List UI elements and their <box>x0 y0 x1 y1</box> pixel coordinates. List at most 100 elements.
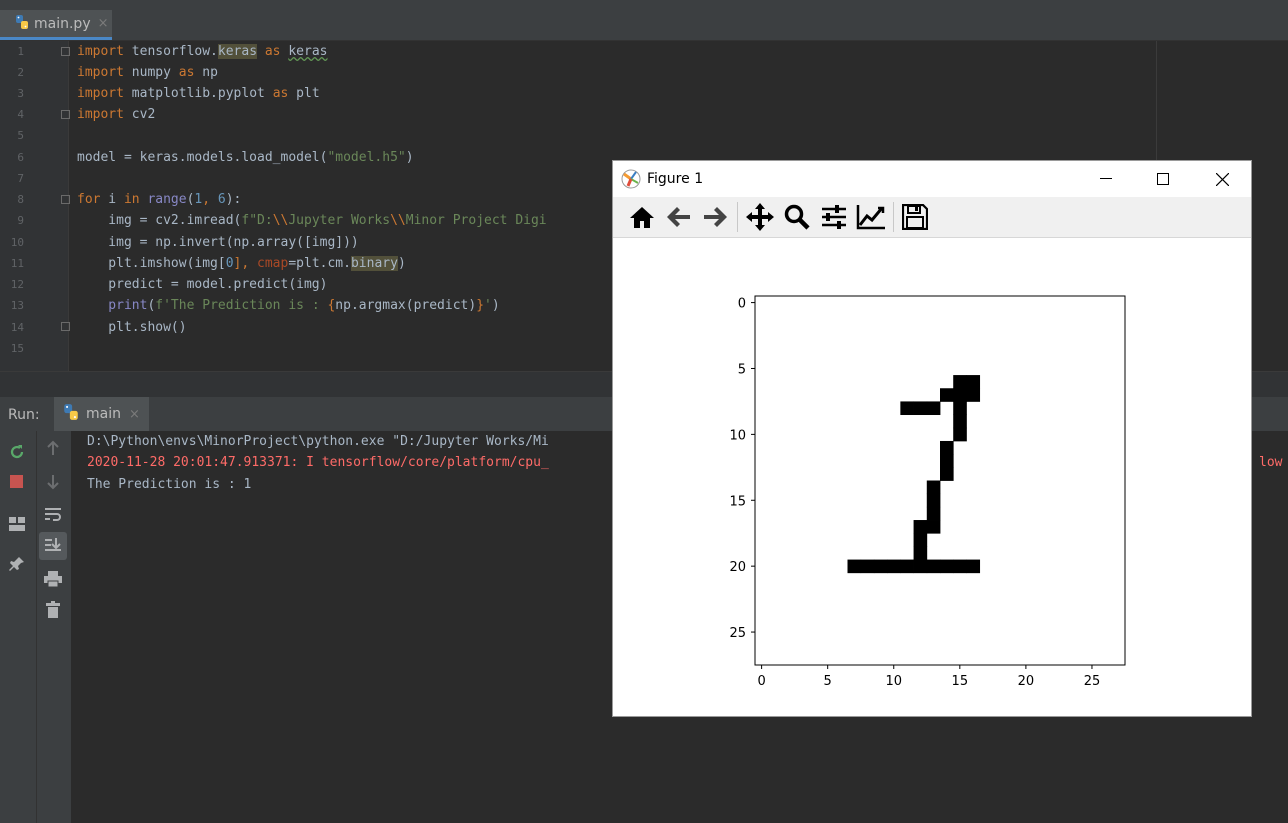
code-line-10: img = np.invert(np.array([img])) <box>77 235 359 250</box>
python-file-icon <box>14 14 30 34</box>
x-tick-label: 25 <box>1084 674 1101 689</box>
zoom-icon[interactable] <box>781 202 813 232</box>
pixel-cell <box>940 454 954 468</box>
x-tick-label: 10 <box>885 674 902 689</box>
fold-marker-icon[interactable] <box>61 110 70 119</box>
code-line-6: model = keras.models.load_model("model.h… <box>77 150 414 165</box>
pixel-cell <box>953 375 967 389</box>
pixel-cell <box>847 559 862 574</box>
toolbar-separator <box>893 202 894 232</box>
print-icon[interactable] <box>42 568 64 590</box>
run-toolbar-secondary <box>37 431 72 823</box>
layout-icon[interactable] <box>6 513 28 535</box>
scroll-to-end-icon[interactable] <box>39 532 67 560</box>
pixel-cell <box>913 520 928 534</box>
x-tick-label: 5 <box>824 674 832 689</box>
close-window-icon[interactable] <box>1199 165 1245 193</box>
line-number: 10 <box>10 236 24 249</box>
forward-arrow-icon[interactable] <box>699 202 731 232</box>
code-line-13: print(f'The Prediction is : {np.argmax(p… <box>77 298 500 313</box>
pixel-cells <box>847 375 981 574</box>
code-line-14: plt.show() <box>77 320 187 335</box>
pixel-cell <box>926 480 941 495</box>
pixel-cell <box>953 427 967 442</box>
rerun-icon[interactable] <box>6 441 28 463</box>
pixel-cell <box>873 559 888 574</box>
trash-icon[interactable] <box>42 599 64 621</box>
console-line: D:\Python\envs\MinorProject\python.exe "… <box>87 434 549 449</box>
digit-image-plot[interactable]: 0 5 10 15 20 25 0 5 10 15 20 25 <box>613 238 1251 716</box>
pixel-cell <box>926 506 941 521</box>
pixel-cell <box>940 440 954 455</box>
line-number: 3 <box>17 87 24 100</box>
pixel-cell <box>966 388 981 402</box>
matplotlib-figure-window[interactable]: Figure 1 0 5 10 15 20 25 0 5 10 15 20 25 <box>612 160 1252 717</box>
stop-icon[interactable] <box>6 471 28 493</box>
pixel-cell <box>953 401 967 416</box>
configure-subplots-icon[interactable] <box>818 202 850 232</box>
scroll-up-icon[interactable] <box>42 437 64 459</box>
pixel-cell <box>926 559 941 574</box>
soft-wrap-icon[interactable] <box>42 503 64 525</box>
code-line-4: import cv2 <box>77 107 156 122</box>
pixel-cell <box>913 533 928 547</box>
x-tick-label: 20 <box>1018 674 1035 689</box>
fold-marker-icon[interactable] <box>61 195 70 204</box>
line-number: 14 <box>10 321 24 334</box>
pixel-cell <box>913 559 928 574</box>
pixel-cell <box>966 375 981 389</box>
x-tick-label: 15 <box>952 674 969 689</box>
run-tab-main[interactable]: main × <box>54 397 149 431</box>
pixel-cell <box>966 559 981 574</box>
back-arrow-icon[interactable] <box>663 202 695 232</box>
y-tick-label: 20 <box>729 560 746 575</box>
figure-title: Figure 1 <box>647 171 704 187</box>
line-number: 1 <box>17 45 24 58</box>
pixel-cell <box>860 559 875 574</box>
pixel-cell <box>953 414 967 429</box>
line-number: 2 <box>17 66 24 79</box>
pixel-cell <box>940 388 954 402</box>
y-tick-label: 0 <box>738 297 746 312</box>
code-line-1: import tensorflow.keras as keras <box>77 44 328 59</box>
pixel-cell <box>940 559 954 574</box>
code-line-12: predict = model.predict(img) <box>77 277 328 292</box>
maximize-icon[interactable] <box>1140 165 1186 193</box>
matplotlib-logo-icon <box>621 169 641 193</box>
fold-marker-icon[interactable] <box>61 322 70 331</box>
code-line-3: import matplotlib.pyplot as plt <box>77 86 320 101</box>
scroll-down-icon[interactable] <box>42 471 64 493</box>
figure-title-bar[interactable]: Figure 1 <box>613 161 1251 197</box>
minimize-icon[interactable] <box>1083 165 1129 193</box>
run-tab-close-icon[interactable]: × <box>129 407 140 422</box>
console-line-tail: low k <box>1259 455 1283 470</box>
console-line: 2020-11-28 20:01:47.913371: I tensorflow… <box>87 455 549 470</box>
x-tick-label: 0 <box>757 674 765 689</box>
home-icon[interactable] <box>626 202 658 232</box>
run-tab-label: main <box>86 406 121 422</box>
line-number: 13 <box>10 299 24 312</box>
line-number: 8 <box>17 193 24 206</box>
line-number: 9 <box>17 214 24 227</box>
pixel-cell <box>953 388 967 402</box>
line-number: 12 <box>10 278 24 291</box>
code-line-9: img = cv2.imread(f"D:\\Jupyter Works\\Mi… <box>77 213 547 228</box>
pin-icon[interactable] <box>6 553 28 575</box>
line-number: 7 <box>17 172 24 185</box>
editor-tab-bar: main.py × <box>0 10 1288 41</box>
fold-marker-icon[interactable] <box>61 47 70 56</box>
tab-close-icon[interactable]: × <box>98 16 109 31</box>
pixel-cell <box>926 401 941 416</box>
tab-main-py[interactable]: main.py × <box>0 10 112 40</box>
axis-ticks: 0 5 10 15 20 25 0 5 10 15 20 25 <box>729 297 1100 689</box>
code-line-8: for i in range(1, 6): <box>77 192 242 207</box>
y-tick-label: 25 <box>729 626 746 641</box>
toolbar-separator <box>737 202 738 232</box>
pan-icon[interactable] <box>744 202 776 232</box>
plot-area[interactable]: 0 5 10 15 20 25 0 5 10 15 20 25 <box>613 238 1251 716</box>
edit-axis-icon[interactable] <box>855 202 887 232</box>
pixel-cell <box>926 520 941 534</box>
line-number: 4 <box>17 108 24 121</box>
code-line-11: plt.imshow(img[0], cmap=plt.cm.binary) <box>77 256 406 271</box>
save-icon[interactable] <box>899 202 931 232</box>
